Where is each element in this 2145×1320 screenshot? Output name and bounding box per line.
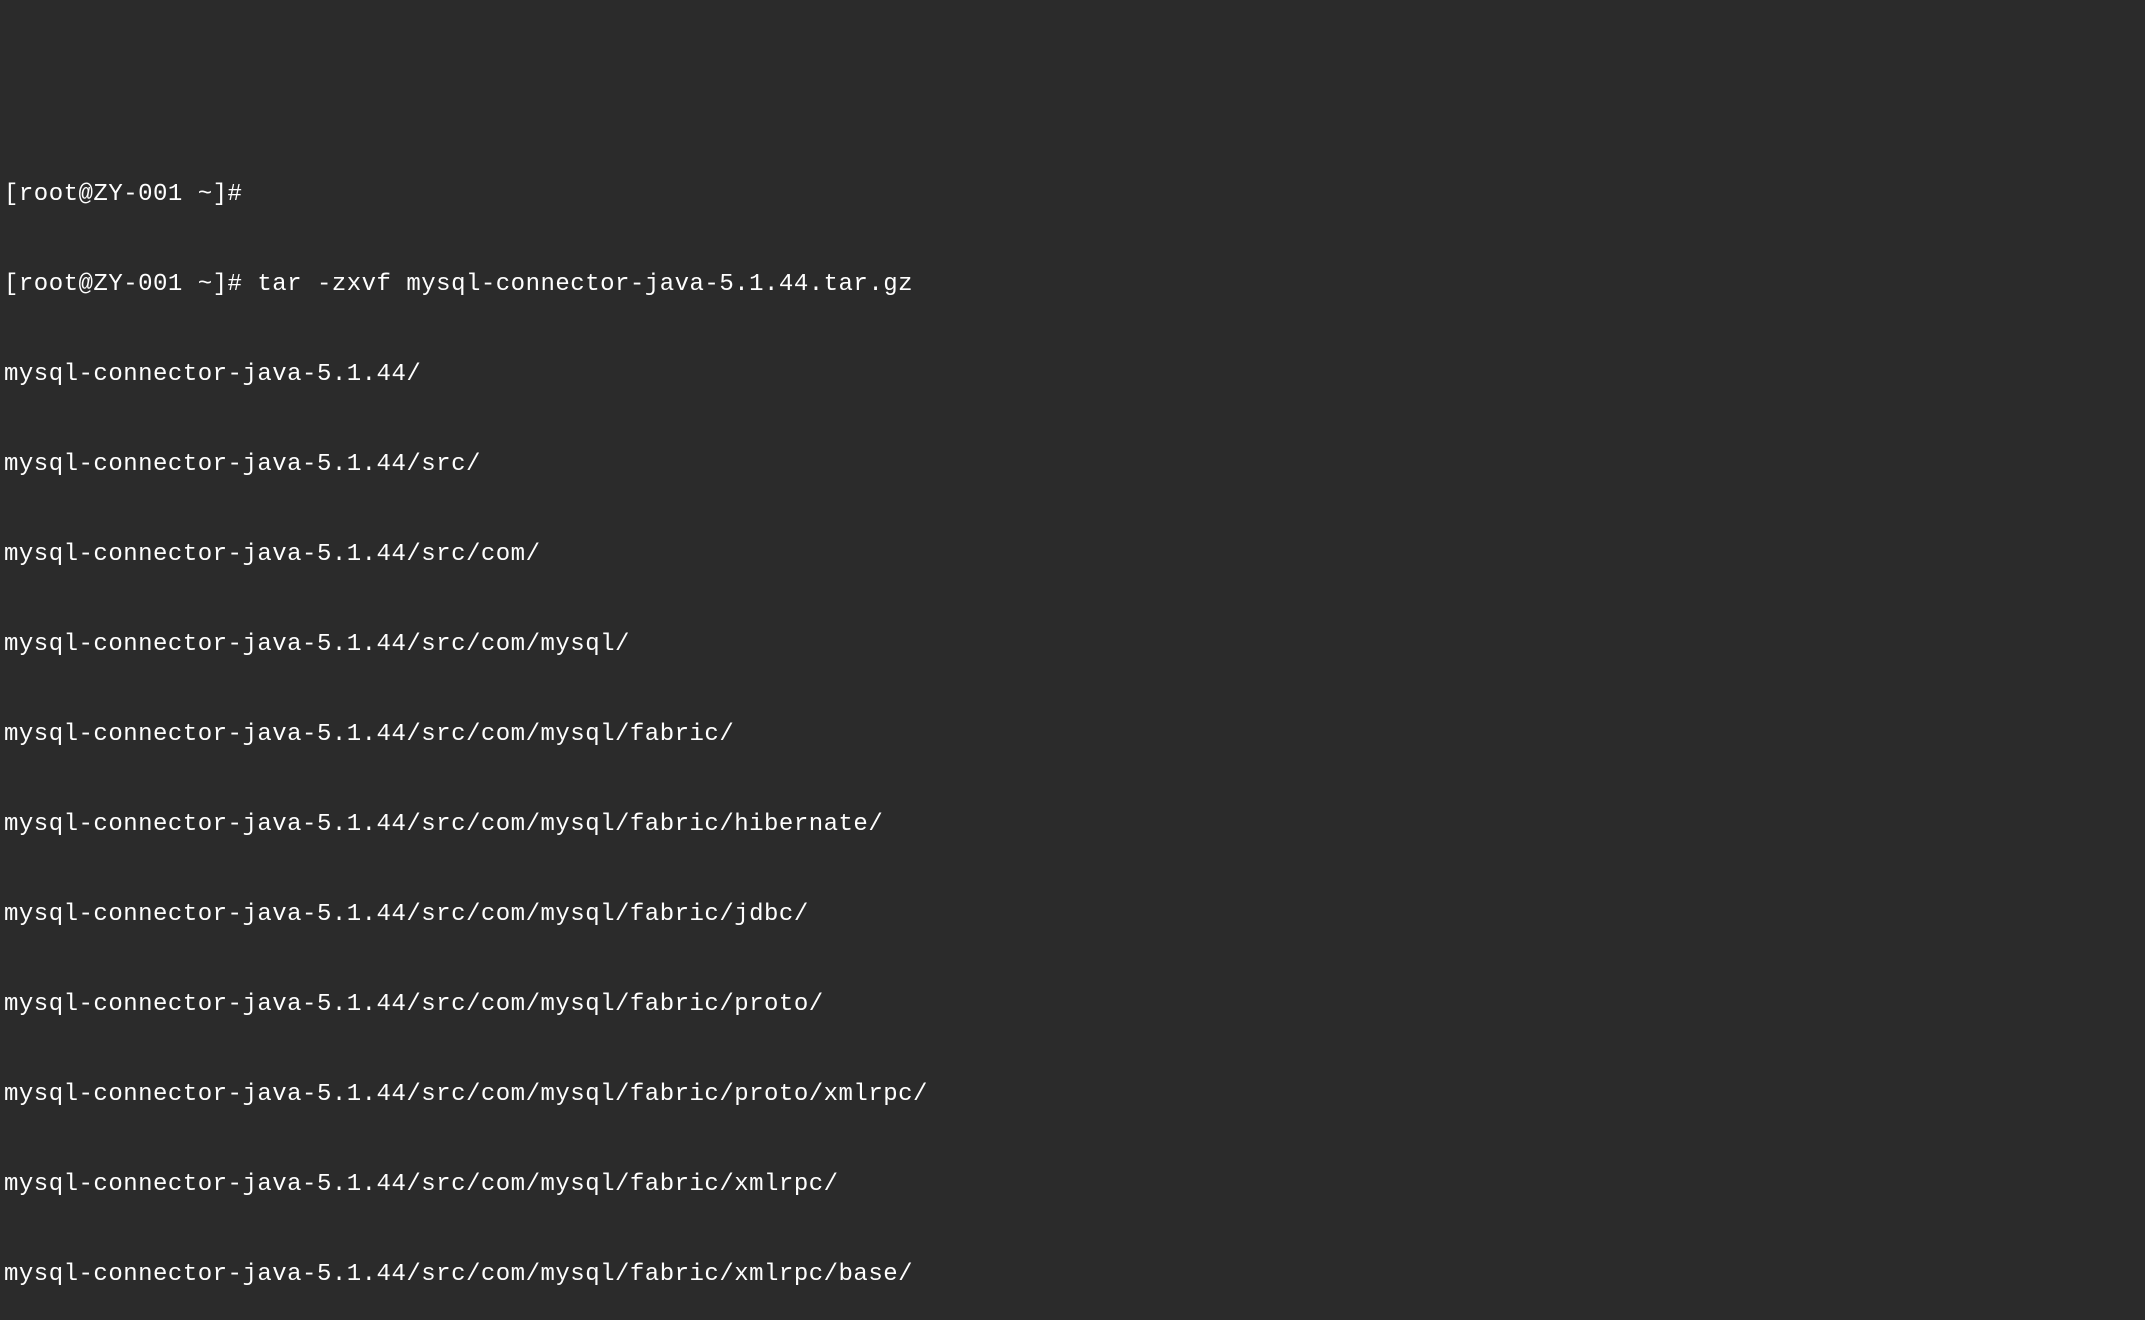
- output-line: mysql-connector-java-5.1.44/src/com/mysq…: [4, 720, 2141, 750]
- command-line: [root@ZY-001 ~]# tar -zxvf mysql-connect…: [4, 270, 2141, 300]
- output-line: mysql-connector-java-5.1.44/src/com/mysq…: [4, 1260, 2141, 1290]
- output-line: mysql-connector-java-5.1.44/: [4, 360, 2141, 390]
- output-line: mysql-connector-java-5.1.44/src/com/mysq…: [4, 1080, 2141, 1110]
- output-line: mysql-connector-java-5.1.44/src/com/: [4, 540, 2141, 570]
- output-line: mysql-connector-java-5.1.44/src/com/mysq…: [4, 900, 2141, 930]
- output-line: mysql-connector-java-5.1.44/src/com/mysq…: [4, 1170, 2141, 1200]
- output-line: mysql-connector-java-5.1.44/src/com/mysq…: [4, 810, 2141, 840]
- terminal-output[interactable]: [root@ZY-001 ~]# [root@ZY-001 ~]# tar -z…: [0, 120, 2145, 1320]
- prompt-line: [root@ZY-001 ~]#: [4, 180, 2141, 210]
- output-line: mysql-connector-java-5.1.44/src/: [4, 450, 2141, 480]
- output-line: mysql-connector-java-5.1.44/src/com/mysq…: [4, 630, 2141, 660]
- output-line: mysql-connector-java-5.1.44/src/com/mysq…: [4, 990, 2141, 1020]
